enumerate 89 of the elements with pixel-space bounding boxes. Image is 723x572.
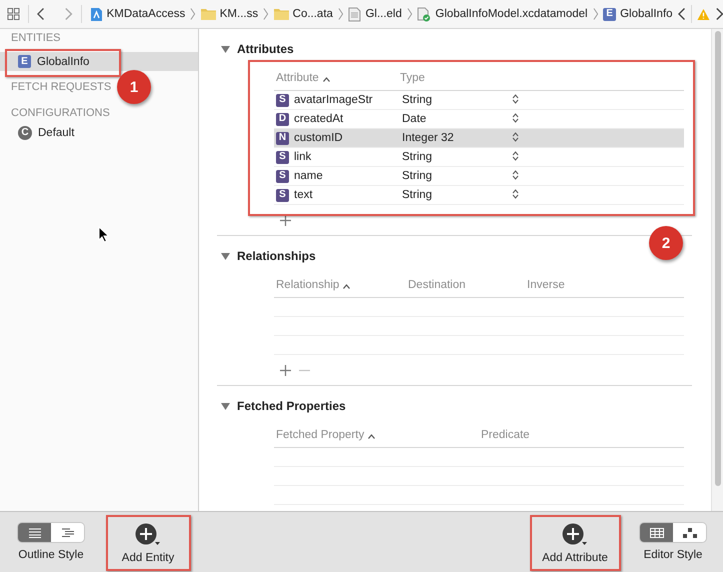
attribute-row[interactable]: N customID Integer 32 xyxy=(274,129,684,148)
sidebar-item[interactable]: C Default xyxy=(0,123,198,142)
control-label: Outline Style xyxy=(18,549,84,561)
separator-icon xyxy=(190,7,196,21)
attribute-name: customID xyxy=(294,132,343,144)
stepper-icon[interactable] xyxy=(512,94,519,104)
attribute-row[interactable]: S text String xyxy=(274,186,684,205)
segment-button[interactable] xyxy=(51,523,84,542)
sidebar-heading: FETCH REQUESTS xyxy=(11,81,112,93)
separator-icon xyxy=(406,7,412,21)
attribute-type[interactable]: String xyxy=(398,170,512,182)
segment-button[interactable] xyxy=(18,523,51,542)
separator-icon xyxy=(263,7,269,21)
next-issue-icon[interactable] xyxy=(714,7,723,21)
back-icon[interactable] xyxy=(36,7,46,21)
breadcrumb[interactable]: Co...ata xyxy=(274,8,333,20)
separator-icon xyxy=(592,7,598,21)
add-menu-icon xyxy=(562,523,588,547)
breadcrumb[interactable]: Gl...eld xyxy=(348,6,402,22)
callout-badge: 2 xyxy=(649,226,683,260)
type-badge: S xyxy=(276,188,289,202)
cursor-icon xyxy=(98,226,109,243)
attribute-name: link xyxy=(294,151,312,163)
graph-icon xyxy=(682,528,696,538)
sidebar-heading: ENTITIES xyxy=(11,32,61,44)
disclosure-triangle-icon[interactable] xyxy=(221,402,230,410)
add-entity-button[interactable]: Add Entity xyxy=(122,523,174,564)
attribute-row[interactable]: S name String xyxy=(274,167,684,186)
breadcrumb[interactable]: GlobalInfoModel.xcdatamodel xyxy=(417,6,588,22)
app-icon xyxy=(90,6,103,22)
section-title: Relationships xyxy=(237,249,316,263)
type-badge: D xyxy=(276,112,289,126)
file-icon xyxy=(348,6,362,22)
outline-icon xyxy=(62,528,74,538)
stepper-icon[interactable] xyxy=(512,132,519,142)
previous-issue-icon[interactable] xyxy=(678,7,686,21)
section-title: Attributes xyxy=(237,42,294,56)
add-icon xyxy=(280,364,291,376)
stepper-icon[interactable] xyxy=(512,150,519,160)
breadcrumb[interactable]: KM...ss xyxy=(200,8,258,20)
control-label: Editor Style xyxy=(644,549,702,561)
add-attribute-button[interactable]: Add Attribute xyxy=(542,523,608,564)
segment-button[interactable] xyxy=(673,523,706,542)
segment-button[interactable] xyxy=(640,523,673,542)
disclosure-triangle-icon[interactable] xyxy=(221,252,230,260)
entity-badge: E xyxy=(18,55,31,68)
attribute-type[interactable]: Integer 32 xyxy=(398,132,512,144)
attribute-name: avatarImageStr xyxy=(294,94,373,106)
add-button[interactable] xyxy=(280,364,291,376)
breadcrumb[interactable]: E GlobalInfo xyxy=(603,8,673,20)
stepper-icon[interactable] xyxy=(512,170,519,180)
sort-icon xyxy=(368,434,376,439)
item-label: Default xyxy=(38,126,74,138)
attribute-row[interactable]: S avatarImageStr String xyxy=(274,91,684,110)
stepper-icon[interactable] xyxy=(512,112,519,122)
attribute-row[interactable]: S link String xyxy=(274,148,684,167)
sidebar-item[interactable]: E GlobalInfo xyxy=(0,52,198,71)
table-icon xyxy=(650,528,664,538)
sort-icon xyxy=(322,77,330,82)
type-badge: S xyxy=(276,94,289,106)
model-file-icon xyxy=(417,6,432,22)
folder-icon xyxy=(200,8,216,20)
add-icon xyxy=(280,214,291,226)
add-button[interactable] xyxy=(280,214,291,226)
attribute-type[interactable]: String xyxy=(398,94,512,106)
type-badge: S xyxy=(276,150,289,164)
item-label: GlobalInfo xyxy=(37,56,90,68)
disclosure-triangle-icon[interactable] xyxy=(221,44,230,54)
grid-icon[interactable] xyxy=(7,7,20,21)
attribute-name: name xyxy=(294,170,323,182)
attribute-type[interactable]: Date xyxy=(398,113,512,125)
separator-icon xyxy=(338,7,344,21)
add-menu-icon xyxy=(134,523,161,547)
breadcrumb[interactable]: KMDataAccess xyxy=(90,6,186,22)
stepper-icon[interactable] xyxy=(512,188,519,198)
sidebar-heading: CONFIGURATIONS xyxy=(11,107,110,119)
section-title: Fetched Properties xyxy=(237,399,346,413)
attribute-type[interactable]: String xyxy=(398,151,512,163)
attribute-name: createdAt xyxy=(294,113,344,125)
entity-badge: E xyxy=(603,8,616,20)
list-icon xyxy=(28,528,40,538)
scrollbar[interactable] xyxy=(711,29,723,511)
configuration-badge: C xyxy=(18,126,32,140)
type-badge: N xyxy=(276,132,289,144)
attribute-name: text xyxy=(294,189,313,201)
attribute-type[interactable]: String xyxy=(398,189,512,201)
type-badge: S xyxy=(276,170,289,182)
sort-icon xyxy=(343,284,350,289)
folder-icon xyxy=(274,8,289,20)
